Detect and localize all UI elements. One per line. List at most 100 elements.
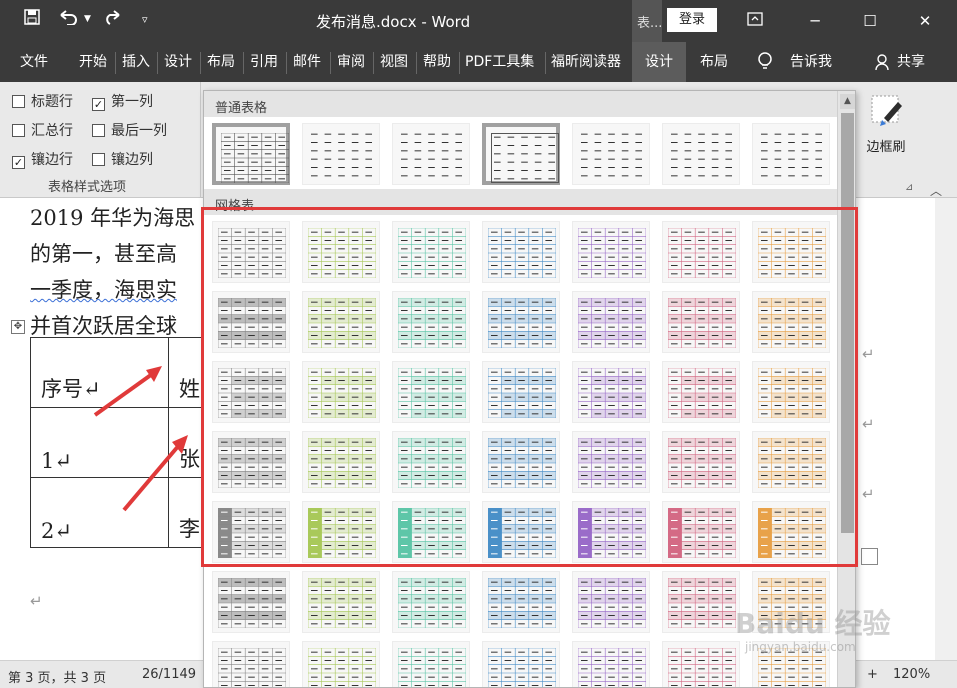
zoom-level[interactable]: 120% xyxy=(893,667,930,682)
share-button[interactable]: 共享 xyxy=(897,42,925,82)
table-style-option[interactable] xyxy=(392,501,470,563)
tab-file[interactable]: 文件 xyxy=(20,42,48,82)
table-style-option[interactable] xyxy=(662,571,740,633)
share-person-icon[interactable] xyxy=(875,42,891,82)
undo-icon[interactable] xyxy=(58,9,78,29)
table-style-option[interactable] xyxy=(302,641,380,687)
option-first-column[interactable]: ✓ 第一列 xyxy=(92,91,153,111)
table-style-option[interactable] xyxy=(662,221,740,283)
table-style-option[interactable] xyxy=(752,221,830,283)
table-style-option[interactable] xyxy=(302,123,380,185)
save-icon[interactable] xyxy=(24,9,40,29)
zoom-plus-icon[interactable]: + xyxy=(867,667,878,682)
checkbox-unchecked[interactable] xyxy=(12,124,25,137)
table-style-option[interactable] xyxy=(662,641,740,687)
table-style-option[interactable] xyxy=(482,291,560,353)
table-style-option[interactable] xyxy=(662,291,740,353)
table-style-option[interactable] xyxy=(482,431,560,493)
checkbox-checked[interactable]: ✓ xyxy=(12,156,25,169)
page-count[interactable]: 第 3 页，共 3 页 xyxy=(8,667,106,686)
table-style-option[interactable] xyxy=(482,641,560,687)
table-style-option[interactable] xyxy=(572,641,650,687)
tab-references[interactable]: 引用 xyxy=(250,42,278,82)
table-style-option[interactable] xyxy=(752,501,830,563)
table-style-option[interactable] xyxy=(302,431,380,493)
table-style-option[interactable] xyxy=(752,291,830,353)
table-style-option[interactable] xyxy=(302,571,380,633)
table-style-option[interactable] xyxy=(572,571,650,633)
table-style-option[interactable] xyxy=(572,221,650,283)
word-count[interactable]: 26/1149 xyxy=(142,667,196,682)
table-style-option[interactable] xyxy=(212,361,290,423)
table-style-option[interactable] xyxy=(302,361,380,423)
checkbox-checked[interactable]: ✓ xyxy=(92,98,105,111)
table-style-option[interactable] xyxy=(392,641,470,687)
table-style-option[interactable] xyxy=(572,123,650,185)
table-style-option[interactable] xyxy=(302,221,380,283)
table-style-option[interactable] xyxy=(752,123,830,185)
table-style-option[interactable] xyxy=(212,571,290,633)
table-style-option[interactable] xyxy=(572,501,650,563)
tell-me-search[interactable]: 告诉我 xyxy=(790,42,832,82)
checkbox-unchecked[interactable] xyxy=(92,153,105,166)
login-button[interactable]: 登录 xyxy=(667,8,717,32)
table-style-option[interactable] xyxy=(752,361,830,423)
table-style-option[interactable] xyxy=(572,361,650,423)
tab-foxit-reader[interactable]: 福昕阅读器 xyxy=(551,42,621,82)
scroll-up-icon[interactable]: ▲ xyxy=(840,94,855,109)
table-move-handle-icon[interactable]: ✥ xyxy=(11,320,25,334)
option-last-column[interactable]: 最后一列 xyxy=(92,120,167,140)
table-style-option[interactable] xyxy=(392,221,470,283)
table-style-option[interactable] xyxy=(212,221,290,283)
border-painter-button[interactable]: 边框刷 xyxy=(856,92,916,155)
tab-view[interactable]: 视图 xyxy=(380,42,408,82)
close-button[interactable]: ✕ xyxy=(910,8,940,34)
table-style-option[interactable] xyxy=(392,123,470,185)
tab-pdf-tools[interactable]: PDF工具集 xyxy=(465,42,534,82)
table-style-option[interactable] xyxy=(572,291,650,353)
customize-qat-icon[interactable]: ▿ xyxy=(142,13,148,26)
table-style-option[interactable] xyxy=(392,571,470,633)
option-banded-columns[interactable]: 镶边列 xyxy=(92,149,153,169)
collapse-ribbon-icon[interactable]: ︿ xyxy=(930,182,942,199)
table-style-option[interactable] xyxy=(482,123,560,185)
table-style-option[interactable] xyxy=(662,501,740,563)
tab-design[interactable]: 设计 xyxy=(164,42,192,82)
undo-dropdown-icon[interactable]: ▼ xyxy=(84,14,91,24)
tab-home[interactable]: 开始 xyxy=(79,42,107,82)
table-style-option[interactable] xyxy=(482,501,560,563)
maximize-button[interactable]: ☐ xyxy=(855,8,885,34)
checkbox-unchecked[interactable] xyxy=(92,124,105,137)
tab-layout[interactable]: 布局 xyxy=(207,42,235,82)
option-banded-rows[interactable]: ✓ 镶边行 xyxy=(12,149,73,169)
lightbulb-icon[interactable] xyxy=(757,42,773,82)
table-resize-handle-icon[interactable] xyxy=(861,548,878,565)
table-style-option[interactable] xyxy=(392,361,470,423)
gallery-scrollbar[interactable]: ▲ xyxy=(837,91,855,687)
search-box[interactable]: 表... xyxy=(632,0,662,42)
redo-icon[interactable] xyxy=(104,9,122,29)
table-style-option[interactable] xyxy=(662,431,740,493)
tab-table-design[interactable]: 设计 xyxy=(632,42,686,82)
table-style-option[interactable] xyxy=(482,221,560,283)
table-style-option[interactable] xyxy=(752,431,830,493)
option-header-row[interactable]: 标题行 xyxy=(12,91,73,111)
dialog-launcher-icon[interactable]: ⊿ xyxy=(905,182,913,193)
table-style-option[interactable] xyxy=(212,501,290,563)
table-style-option[interactable] xyxy=(302,501,380,563)
table-style-option[interactable] xyxy=(482,361,560,423)
tab-mailings[interactable]: 邮件 xyxy=(293,42,321,82)
tab-table-layout[interactable]: 布局 xyxy=(700,42,728,82)
table-style-option[interactable] xyxy=(662,123,740,185)
table-style-option[interactable] xyxy=(302,291,380,353)
table-style-option[interactable] xyxy=(212,291,290,353)
table-style-option[interactable] xyxy=(212,641,290,687)
table-style-option[interactable] xyxy=(392,431,470,493)
minimize-button[interactable]: ─ xyxy=(800,8,830,34)
table-style-option[interactable] xyxy=(212,431,290,493)
tab-help[interactable]: 帮助 xyxy=(423,42,451,82)
ribbon-display-icon[interactable] xyxy=(740,8,770,34)
checkbox-unchecked[interactable] xyxy=(12,95,25,108)
table-style-option[interactable] xyxy=(662,361,740,423)
table-style-option[interactable] xyxy=(212,123,290,185)
